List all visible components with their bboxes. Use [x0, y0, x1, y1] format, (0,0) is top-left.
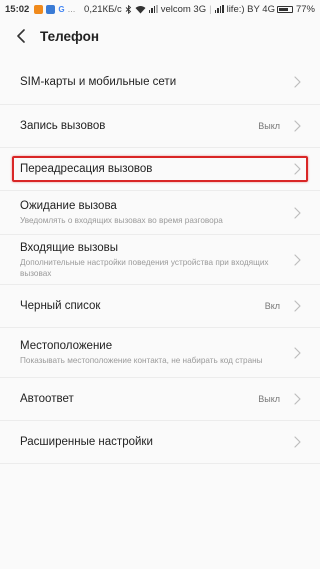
status-time: 15:02 — [5, 3, 30, 15]
battery-icon — [276, 5, 293, 13]
settings-row-description: Уведомлять о входящих вызовах во время р… — [20, 216, 223, 225]
settings-row[interactable]: Переадресация вызовов — [0, 148, 320, 191]
chevron-right-icon — [294, 393, 302, 405]
settings-row-label: Переадресация вызовов — [20, 162, 153, 175]
settings-row[interactable]: Автоответ Выкл — [0, 378, 320, 421]
settings-row[interactable]: Входящие вызовы Дополнительные настройки … — [0, 235, 320, 285]
settings-row[interactable]: Расширенные настройки — [0, 421, 320, 464]
chevron-right-icon — [294, 163, 302, 175]
chevron-right-icon — [294, 300, 302, 312]
chevron-right-icon — [294, 436, 302, 448]
settings-row-label: Входящие вызовы — [20, 241, 119, 254]
carrier-2: life:) BY 4G — [226, 3, 275, 15]
battery-percent: 77% — [295, 3, 315, 15]
wifi-icon — [135, 5, 146, 13]
settings-row-value: Выкл — [258, 394, 280, 404]
settings-row-texts: Местоположение Показывать местоположение … — [20, 339, 294, 366]
settings-row[interactable]: Запись вызовов Выкл — [0, 105, 320, 148]
settings-row-label: Автоответ — [20, 392, 74, 405]
settings-row-label: Запись вызовов — [20, 119, 106, 132]
bluetooth-icon — [125, 4, 131, 14]
signal-icon — [214, 5, 224, 13]
settings-row-label: Расширенные настройки — [20, 435, 153, 448]
settings-row-description: Дополнительные настройки поведения устро… — [20, 257, 269, 278]
settings-row-label: Ожидание вызова — [20, 200, 117, 212]
settings-row-description: Показывать местоположение контакта, не н… — [20, 356, 263, 365]
settings-row-texts: Запись вызовов — [20, 119, 258, 134]
settings-row-texts: Черный список — [20, 299, 265, 314]
network-speed: 0,21КБ/с — [84, 3, 122, 15]
settings-row-texts: SIM-карты и мобильные сети — [20, 75, 294, 90]
settings-row-texts: Ожидание вызова Уведомлять о входящих выз… — [20, 199, 294, 226]
settings-row-texts: Автоответ — [20, 392, 258, 407]
settings-row-label: SIM-карты и мобильные сети — [20, 75, 177, 88]
chevron-right-icon — [294, 253, 302, 266]
signal-icon — [148, 5, 158, 13]
google-icon: G — [58, 4, 65, 14]
settings-row-texts: Входящие вызовы Дополнительные настройки … — [20, 241, 294, 279]
settings-row[interactable]: Черный список Вкл — [0, 285, 320, 328]
settings-row-label: Местоположение — [20, 340, 113, 352]
settings-list: SIM-карты и мобильные сети Запись вызовов… — [0, 60, 320, 464]
settings-row-value: Вкл — [264, 301, 280, 311]
chevron-right-icon — [294, 346, 302, 359]
chevron-right-icon — [294, 206, 302, 219]
notification-app-icon — [34, 4, 44, 14]
settings-row-label: Черный список — [20, 299, 101, 312]
settings-row[interactable]: Ожидание вызова Уведомлять о входящих выз… — [0, 191, 320, 235]
back-button[interactable] — [10, 25, 32, 47]
settings-row[interactable]: SIM-карты и мобильные сети — [0, 60, 320, 105]
settings-row-value: Выкл — [258, 121, 280, 131]
chevron-right-icon — [294, 120, 302, 132]
carrier-1: velcom 3G — [160, 3, 207, 15]
chevron-right-icon — [294, 76, 302, 88]
settings-row[interactable]: Местоположение Показывать местоположение … — [0, 328, 320, 378]
app-bar: Телефон — [0, 18, 320, 54]
chevron-left-icon — [17, 29, 25, 43]
settings-row-texts: Расширенные настройки — [20, 435, 294, 450]
settings-row-texts: Переадресация вызовов — [20, 162, 294, 177]
notification-app-icon — [46, 4, 56, 14]
page-title: Телефон — [40, 28, 100, 44]
status-bar: 15:02 G … 0,21КБ/с velcom 3G | life:) BY… — [0, 0, 320, 18]
separator: | — [209, 3, 212, 15]
more-notifications-icon: … — [67, 4, 76, 14]
